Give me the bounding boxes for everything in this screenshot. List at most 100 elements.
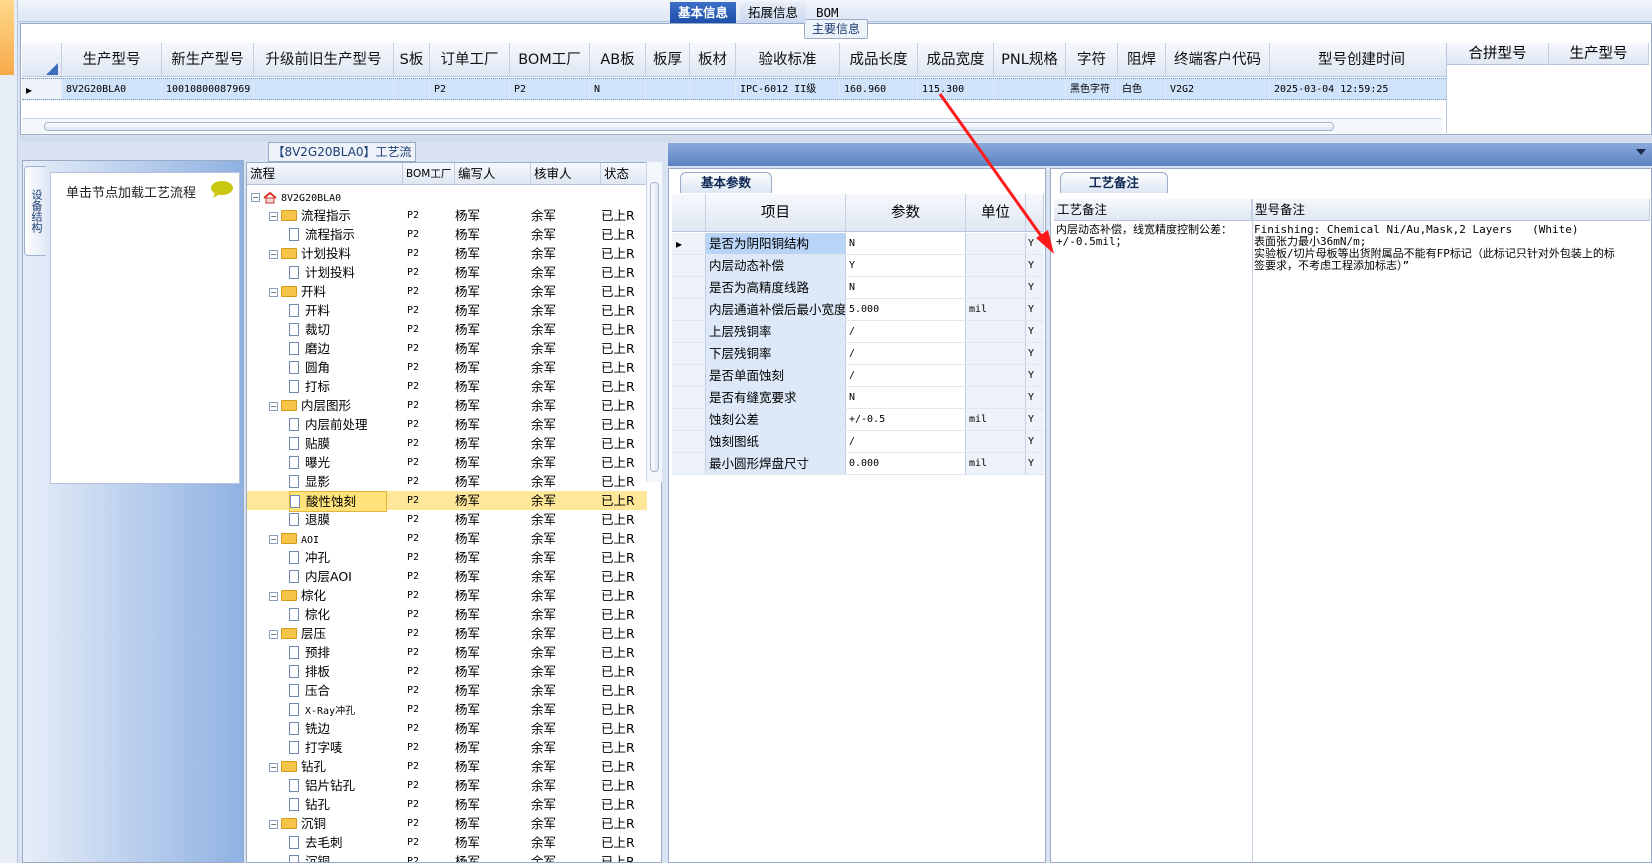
tab-bom[interactable]: BOM	[808, 2, 847, 23]
tree-node-label[interactable]: 计划投料	[289, 263, 355, 282]
tree-node[interactable]: 铣边 P2 杨军 余军 已上R	[247, 719, 647, 738]
param-value[interactable]: 0.000	[846, 453, 966, 474]
tree-node-label[interactable]: 裁切	[289, 320, 330, 339]
tree-node-label[interactable]: 预排	[289, 643, 330, 662]
param-flag[interactable]: Y	[1026, 299, 1044, 320]
tree-column-header[interactable]: BOM工厂	[403, 163, 455, 184]
param-unit[interactable]	[966, 365, 1026, 386]
tree-node[interactable]: 曝光 P2 杨军 余军 已上R	[247, 453, 647, 472]
table-cell[interactable]: 115.300	[918, 79, 994, 99]
tree-node[interactable]: − 棕化 P2 杨军 余军 已上R	[247, 586, 647, 605]
tree-node[interactable]: 冲孔 P2 杨军 余军 已上R	[247, 548, 647, 567]
tree-column-header[interactable]: 核审人	[531, 163, 601, 184]
table-cell[interactable]	[994, 79, 1066, 99]
table-cell[interactable]: 2025-03-04 12:59:25	[1270, 79, 1454, 99]
param-flag[interactable]: Y	[1026, 409, 1044, 430]
tree-node-label[interactable]: 排板	[289, 662, 330, 681]
side-tab-device-structure[interactable]: 设备结构	[24, 166, 46, 256]
column-header[interactable]: 生产型号	[62, 43, 162, 76]
param-flag[interactable]: Y	[1026, 431, 1044, 452]
tree-node-label[interactable]: − 沉铜	[269, 814, 326, 833]
param-value[interactable]: N	[846, 387, 966, 408]
tree-node-label[interactable]: 铣边	[289, 719, 330, 738]
param-unit[interactable]: mil	[966, 409, 1026, 430]
tree-node[interactable]: − 层压 P2 杨军 余军 已上R	[247, 624, 647, 643]
param-value[interactable]: /	[846, 343, 966, 364]
table-cell[interactable]: IPC-6012 II级	[736, 79, 840, 99]
column-header[interactable]: 字符	[1066, 43, 1118, 76]
tree-node[interactable]: − 开料 P2 杨军 余军 已上R	[247, 282, 647, 301]
tree-node[interactable]: 打标 P2 杨军 余军 已上R	[247, 377, 647, 396]
table-cell[interactable]: V2G2	[1166, 79, 1270, 99]
tree-node-label[interactable]: 去毛刺	[289, 833, 343, 852]
column-header[interactable]: AB板	[590, 43, 646, 76]
tree-node-label[interactable]: − 钻孔	[269, 757, 326, 776]
tree-node-label[interactable]: X-Ray冲孔	[289, 700, 355, 721]
tree-node-label[interactable]: 曝光	[289, 453, 330, 472]
column-header[interactable]: 成品长度	[840, 43, 918, 76]
tree-node-label[interactable]: 显影	[289, 472, 330, 491]
column-header[interactable]: PNL规格	[994, 43, 1066, 76]
tree-column-header[interactable]: 流程	[247, 163, 403, 184]
param-row[interactable]: 内层通道补偿后最小宽度 5.000 mil Y	[672, 299, 1044, 321]
param-row[interactable]: ▸ 是否为阴阳铜结构 N Y	[672, 233, 1044, 255]
horizontal-splitter[interactable]	[20, 136, 1652, 142]
table-cell[interactable]: 8V2G20BLA0	[62, 79, 162, 99]
tree-node[interactable]: − 钻孔 P2 杨军 余军 已上R	[247, 757, 647, 776]
tree-root[interactable]: −8V2G20BLA0	[247, 187, 647, 206]
table-cell[interactable]	[254, 79, 394, 99]
subtab-basic-params[interactable]: 基本参数	[680, 172, 772, 193]
param-row[interactable]: 下层残铜率 / Y	[672, 343, 1044, 365]
column-header[interactable]: 成品宽度	[918, 43, 994, 76]
header-value[interactable]: 参数	[846, 194, 966, 231]
tab-basic-info[interactable]: 基本信息	[670, 2, 737, 23]
header-model-note[interactable]: 型号备注	[1252, 199, 1650, 220]
table-cell[interactable]	[646, 79, 690, 99]
tree-node-label[interactable]: 贴膜	[289, 434, 330, 453]
tree-node[interactable]: 内层前处理 P2 杨军 余军 已上R	[247, 415, 647, 434]
param-row[interactable]: 上层残铜率 / Y	[672, 321, 1044, 343]
param-unit[interactable]	[966, 277, 1026, 298]
column-header[interactable]: 订单工厂	[430, 43, 510, 76]
param-item[interactable]: 下层残铜率	[706, 343, 846, 364]
table-cell[interactable]: N	[590, 79, 646, 99]
tree-node-label[interactable]: 磨边	[289, 339, 330, 358]
param-row[interactable]: 最小圆形焊盘尺寸 0.000 mil Y	[672, 453, 1044, 475]
param-value[interactable]: /	[846, 365, 966, 386]
tree-node[interactable]: 预排 P2 杨军 余军 已上R	[247, 643, 647, 662]
tree-node[interactable]: − 沉铜 P2 杨军 余军 已上R	[247, 814, 647, 833]
header-item[interactable]: 项目	[706, 194, 846, 231]
tree-node[interactable]: 排板 P2 杨军 余军 已上R	[247, 662, 647, 681]
tree-node-label[interactable]: 开料	[289, 301, 330, 320]
tree-node-label[interactable]: − 计划投料	[269, 244, 351, 263]
param-unit[interactable]	[966, 431, 1026, 452]
tree-node-label[interactable]: 打标	[289, 377, 330, 396]
table-row[interactable]: ▸ 8V2G20BLA0 10010800087969 P2 P2 N IPC-6012 I…	[22, 78, 1454, 100]
column-header[interactable]: 升级前旧生产型号	[254, 43, 394, 76]
column-header[interactable]: 终端客户代码	[1166, 43, 1270, 76]
tree-node[interactable]: 铝片钻孔 P2 杨军 余军 已上R	[247, 776, 647, 795]
table-cell[interactable]: P2	[430, 79, 510, 99]
param-flag[interactable]: Y	[1026, 321, 1044, 342]
model-note-text[interactable]: Finishing: Chemical Ni/Au,Mask,2 Layers …	[1254, 224, 1624, 272]
tree-node[interactable]: 贴膜 P2 杨军 余军 已上R	[247, 434, 647, 453]
table-cell[interactable]	[394, 79, 430, 99]
param-flag[interactable]: Y	[1026, 233, 1044, 254]
param-flag[interactable]: Y	[1026, 365, 1044, 386]
tree-node[interactable]: 磨边 P2 杨军 余军 已上R	[247, 339, 647, 358]
column-header[interactable]: S板	[394, 43, 430, 76]
tree-node[interactable]: 钻孔 P2 杨军 余军 已上R	[247, 795, 647, 814]
tree-node[interactable]: 压合 P2 杨军 余军 已上R	[247, 681, 647, 700]
column-header[interactable]: BOM工厂	[510, 43, 590, 76]
tree-column-header[interactable]: 状态	[601, 163, 651, 184]
param-value[interactable]: 5.000	[846, 299, 966, 320]
tree-node-label[interactable]: 内层AOI	[289, 567, 352, 586]
param-item[interactable]: 是否为阴阳铜结构	[706, 233, 846, 254]
param-flag[interactable]: Y	[1026, 255, 1044, 276]
param-value[interactable]: /	[846, 321, 966, 342]
tree-node-label[interactable]: 内层前处理	[289, 415, 368, 434]
column-header[interactable]: 板材	[690, 43, 736, 76]
tree-node[interactable]: 沉铜 P2 杨军 余军 已上R	[247, 852, 647, 862]
merge-model-header[interactable]: 合拼型号	[1447, 43, 1549, 65]
param-flag[interactable]: Y	[1026, 277, 1044, 298]
